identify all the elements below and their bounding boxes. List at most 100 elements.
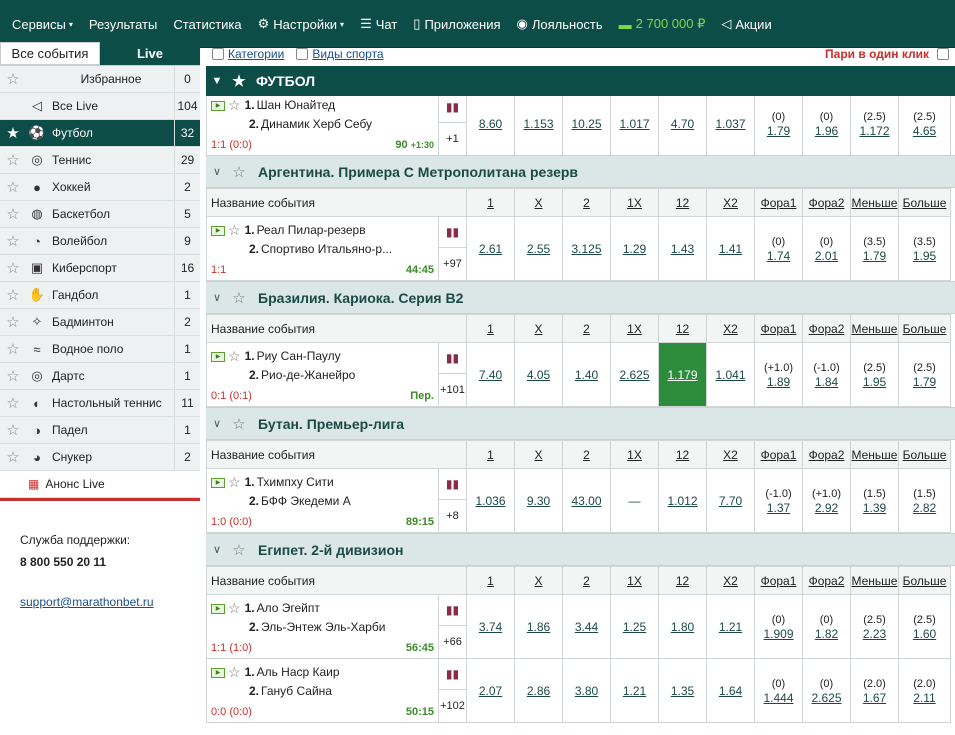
star-icon[interactable]: ☆ <box>228 599 241 618</box>
chevron-down-icon[interactable]: ∨ <box>206 165 228 178</box>
star-icon[interactable]: ☆ <box>228 347 241 366</box>
col-Меньше[interactable]: Меньше <box>850 188 899 217</box>
handicap-cell[interactable]: (3.5) 1.95 <box>898 216 951 281</box>
col-Меньше[interactable]: Меньше <box>850 566 899 595</box>
star-icon[interactable]: ☆ <box>0 205 26 223</box>
odd-1[interactable]: 1.036 <box>466 468 515 533</box>
more-markets-button[interactable]: +101 <box>439 374 466 406</box>
sport-header[interactable]: ▼ ★ ФУТБОЛ <box>206 66 955 96</box>
more-markets-button[interactable]: +102 <box>439 690 466 722</box>
col-1[interactable]: 1 <box>466 188 515 217</box>
star-icon[interactable]: ☆ <box>0 340 26 358</box>
odd-X[interactable]: 1.86 <box>514 594 563 659</box>
sidebar-item-2[interactable]: ★ ⚽ Футбол 32 <box>0 119 200 147</box>
nav-item-6[interactable]: ◉ Лояльность <box>517 16 603 32</box>
col-Больше[interactable]: Больше <box>898 566 951 595</box>
handicap-odd[interactable]: 2.11 <box>899 691 950 705</box>
handicap-cell[interactable]: (0) 1.79 <box>754 96 803 155</box>
col-Больше[interactable]: Больше <box>898 188 951 217</box>
tab-live[interactable]: Live <box>100 42 200 65</box>
league-header[interactable]: ∨ ☆ Египет. 2-й дивизион <box>206 533 955 566</box>
col-Меньше[interactable]: Меньше <box>850 314 899 343</box>
col-Фора1[interactable]: Фора1 <box>754 440 803 469</box>
handicap-odd[interactable]: 1.82 <box>803 627 850 641</box>
sidebar-item-1[interactable]: ◁ Все Live 104 <box>0 92 200 120</box>
handicap-cell[interactable]: (0) 2.01 <box>802 216 851 281</box>
odd-1X[interactable]: 2.625 <box>610 342 659 407</box>
sidebar-item-8[interactable]: ☆ ✋ Гандбол 1 <box>0 281 200 309</box>
col-12[interactable]: 12 <box>658 188 707 217</box>
live-tv-icon[interactable]: ▶ <box>211 100 225 111</box>
handicap-odd[interactable]: 1.909 <box>755 627 802 641</box>
star-icon[interactable]: ★ <box>228 72 250 90</box>
star-icon[interactable]: ☆ <box>228 473 241 492</box>
col-1[interactable]: 1 <box>466 314 515 343</box>
col-12[interactable]: 12 <box>658 566 707 595</box>
live-tv-icon[interactable]: ▶ <box>211 667 225 678</box>
handicap-odd[interactable]: 1.172 <box>851 124 898 138</box>
odd-1X[interactable]: 1.29 <box>610 216 659 281</box>
handicap-odd[interactable]: 1.79 <box>755 124 802 138</box>
handicap-cell[interactable]: (2.5) 1.95 <box>850 342 899 407</box>
odd-X2[interactable]: 1.41 <box>706 216 755 281</box>
handicap-cell[interactable]: (2.0) 1.67 <box>850 658 899 723</box>
handicap-odd[interactable]: 1.79 <box>899 375 950 389</box>
handicap-odd[interactable]: 4.65 <box>899 124 950 138</box>
star-icon[interactable]: ☆ <box>228 163 250 181</box>
handicap-cell[interactable]: (2.5) 1.172 <box>850 96 899 155</box>
odd-12[interactable]: 4.70 <box>658 96 707 155</box>
col-1X[interactable]: 1X <box>610 440 659 469</box>
sidebar-item-14[interactable]: ☆ ◕ Снукер 2 <box>0 443 200 471</box>
handicap-odd[interactable]: 1.74 <box>755 249 802 263</box>
nav-item-7[interactable]: ▬ 2 700 000 ₽ <box>619 16 706 32</box>
handicap-cell[interactable]: (0) 2.625 <box>802 658 851 723</box>
sidebar-item-11[interactable]: ☆ ◎ Дартс 1 <box>0 362 200 390</box>
star-icon[interactable]: ☆ <box>0 151 26 169</box>
col-2[interactable]: 2 <box>562 566 611 595</box>
live-tv-icon[interactable]: ▶ <box>211 477 225 488</box>
col-12[interactable]: 12 <box>658 440 707 469</box>
nav-item-3[interactable]: ⚙ Настройки ▾ <box>258 16 344 32</box>
live-tv-icon[interactable]: ▶ <box>211 603 225 614</box>
col-Больше[interactable]: Больше <box>898 440 951 469</box>
star-icon[interactable]: ☆ <box>0 448 26 466</box>
odd-X[interactable]: 2.86 <box>514 658 563 723</box>
sidebar-item-13[interactable]: ☆ ◑ Падел 1 <box>0 416 200 444</box>
col-X[interactable]: X <box>514 314 563 343</box>
live-tv-icon[interactable]: ▶ <box>211 225 225 236</box>
handicap-cell[interactable]: (2.5) 4.65 <box>898 96 951 155</box>
sidebar-item-4[interactable]: ☆ ● Хоккей 2 <box>0 173 200 201</box>
col-Фора1[interactable]: Фора1 <box>754 314 803 343</box>
handicap-cell[interactable]: (-1.0) 1.84 <box>802 342 851 407</box>
sidebar-item-12[interactable]: ☆ ◐ Настольный теннис 11 <box>0 389 200 417</box>
handicap-cell[interactable]: (2.0) 2.11 <box>898 658 951 723</box>
handicap-cell[interactable]: (0) 1.82 <box>802 594 851 659</box>
star-icon[interactable]: ☆ <box>0 313 26 331</box>
handicap-cell[interactable]: (0) 1.74 <box>754 216 803 281</box>
odd-2[interactable]: 1.40 <box>562 342 611 407</box>
odd-12[interactable]: 1.80 <box>658 594 707 659</box>
stats-icon[interactable]: ▮▮ <box>439 217 466 248</box>
odd-12[interactable]: 1.43 <box>658 216 707 281</box>
star-icon[interactable]: ☆ <box>228 541 250 559</box>
handicap-cell[interactable]: (+1.0) 1.89 <box>754 342 803 407</box>
odd-X[interactable]: 9.30 <box>514 468 563 533</box>
event-name-cell[interactable]: ▶ ☆ 1. Реал Пилар-резерв 2. Спортиво Итальяно… <box>206 216 439 281</box>
event-name-cell[interactable]: ▶ ☆ 1. Тхимпху Сити 2. БФФ Экедеми А 1:0 (0:0)… <box>206 468 439 533</box>
handicap-odd[interactable]: 1.60 <box>899 627 950 641</box>
odd-12[interactable]: 1.35 <box>658 658 707 723</box>
support-email-link[interactable]: support@marathonbet.ru <box>20 591 200 613</box>
handicap-odd[interactable]: 1.89 <box>755 375 802 389</box>
col-X2[interactable]: X2 <box>706 188 755 217</box>
stats-icon[interactable]: ▮▮ <box>439 469 466 500</box>
col-X[interactable]: X <box>514 566 563 595</box>
sidebar-item-6[interactable]: ☆ ◔ Волейбол 9 <box>0 227 200 255</box>
col-X2[interactable]: X2 <box>706 314 755 343</box>
nav-item-2[interactable]: Статистика <box>173 17 241 32</box>
event-name-cell[interactable]: ▶ ☆ 1. Ало Эгейпт 2. Эль-Энтеж Эль-Харби 1:1 (… <box>206 594 439 659</box>
stats-icon[interactable]: ▮▮ <box>439 595 466 626</box>
odd-2[interactable]: 43.00 <box>562 468 611 533</box>
sidebar-item-5[interactable]: ☆ ◍ Баскетбол 5 <box>0 200 200 228</box>
handicap-odd[interactable]: 1.444 <box>755 691 802 705</box>
handicap-odd[interactable]: 2.23 <box>851 627 898 641</box>
